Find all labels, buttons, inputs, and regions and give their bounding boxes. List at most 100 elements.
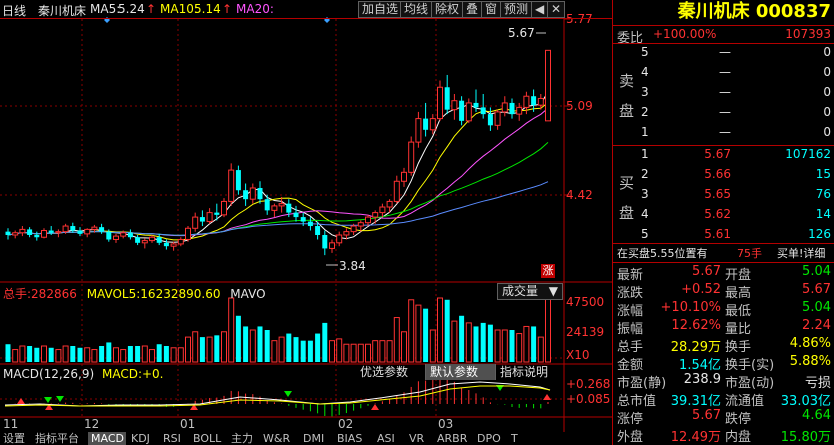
volume-bar: [372, 340, 379, 363]
orderbook-level: 5: [641, 227, 649, 241]
ma5-label: MA5:: [90, 2, 121, 16]
tab-dpo[interactable]: DPO: [474, 432, 506, 445]
candle-body: [293, 212, 299, 218]
stat-row: 总手 28.29万 换手 4.86%: [613, 335, 834, 355]
volume-bar: [293, 337, 299, 362]
orderbook-row[interactable]: 2 — 0: [613, 104, 834, 121]
volume-bar: [278, 336, 285, 363]
tab-dmi[interactable]: DMI: [300, 432, 332, 445]
tab-kdj[interactable]: KDJ: [128, 432, 158, 445]
orderbook-volume: 14: [815, 207, 831, 221]
forecast-button[interactable]: 预测: [500, 1, 533, 18]
volume-bar: [249, 329, 256, 363]
stat-row: 总市值 39.31亿 流通值 33.03亿: [613, 389, 834, 409]
volume-bar: [336, 338, 343, 363]
volume-bar: [531, 326, 537, 362]
optimize-params-button[interactable]: 优选参数: [356, 364, 426, 380]
window-button[interactable]: 窗: [481, 1, 502, 18]
orderbook-row[interactable]: 5 5.61 126: [613, 226, 834, 243]
candle-body: [41, 230, 47, 238]
weicha-value: 107393: [785, 27, 831, 41]
volume-bar: [12, 349, 19, 363]
notice-detail-link[interactable]: 买单!详细: [777, 245, 825, 261]
volume-axis-top: 47500: [566, 295, 605, 309]
price-axis-low: 4.42: [566, 188, 593, 202]
stat-value: 5.04: [802, 264, 831, 279]
notice-volume: 75手: [737, 247, 762, 260]
candle-body: [5, 231, 11, 235]
period-label[interactable]: 日线: [2, 2, 26, 19]
volume-bar: [393, 317, 400, 363]
tab-vr[interactable]: VR: [406, 432, 432, 445]
orderbook-row[interactable]: 3 — 0: [613, 84, 834, 101]
tab-t[interactable]: T: [508, 432, 524, 445]
candle-body: [91, 226, 98, 230]
tab-asi[interactable]: ASI: [374, 432, 404, 445]
tab-macd[interactable]: MACD: [88, 432, 126, 445]
tab--[interactable]: 主力: [228, 432, 258, 445]
sell-arrow: [44, 397, 52, 403]
volume-bar: [264, 330, 270, 362]
stat-row: 外盘 12.49万 内盘 15.80万: [613, 425, 834, 445]
candle-body: [141, 240, 148, 244]
candle-body: [350, 225, 357, 233]
volume-bar: [300, 340, 306, 362]
limit-up-badge[interactable]: 涨: [541, 264, 555, 278]
orderbook-row[interactable]: 1 5.67 107162: [613, 146, 834, 163]
indicator-help-button[interactable]: 指标说明: [496, 364, 564, 380]
high-price-label: 5.67: [508, 26, 535, 40]
orderbook-level: 5: [641, 45, 649, 59]
stat-value: 5.67: [802, 282, 831, 297]
indicator-select[interactable]: 成交量 ▼: [497, 283, 563, 300]
orderbook-price: —: [719, 45, 731, 59]
volume-bar: [444, 299, 450, 362]
candle-body: [343, 231, 350, 236]
candle-body: [423, 118, 429, 130]
date-axis: 11 12 01 02 03: [0, 417, 564, 432]
add-watchlist-button[interactable]: 加自选: [358, 1, 403, 18]
volume-bar: [271, 340, 278, 363]
volume-bar: [386, 340, 393, 363]
orderbook-price: 5.65: [704, 187, 731, 201]
orderbook-row[interactable]: 1 — 0: [613, 124, 834, 141]
date-tick: 12: [84, 417, 100, 431]
orderbook-volume: 0: [823, 65, 831, 79]
price-axis-mid: 5.09: [566, 99, 593, 113]
macd-value: +0.: [141, 367, 164, 381]
candle-body: [509, 102, 515, 115]
orderbook-row[interactable]: 5 — 0: [613, 44, 834, 61]
candle-body: [48, 230, 54, 233]
candle-body: [62, 225, 69, 233]
volume-bar: [77, 347, 83, 362]
tab-bias[interactable]: BIAS: [334, 432, 372, 445]
order-notice[interactable]: 在买盘5.55位置有 75手 买单!详细: [613, 244, 834, 261]
orderbook-level: 2: [641, 105, 649, 119]
orderbook-row[interactable]: 3 5.65 76: [613, 186, 834, 203]
exright-button[interactable]: 除权: [431, 1, 464, 18]
default-params-button[interactable]: 默认参数: [426, 364, 496, 380]
candle-body: [315, 226, 321, 235]
tab--[interactable]: 设置: [0, 432, 30, 445]
orderbook-level: 4: [641, 207, 649, 221]
tab-rsi[interactable]: RSI: [160, 432, 188, 445]
tab-arbr[interactable]: ARBR: [434, 432, 472, 445]
orderbook-row[interactable]: 4 — 0: [613, 64, 834, 81]
ma-button[interactable]: 均线: [400, 1, 433, 18]
candle-body: [156, 237, 162, 243]
volume-bar: [415, 304, 422, 363]
indicator-select-value: 成交量: [502, 284, 539, 298]
tab-w-r[interactable]: W&R: [260, 432, 298, 445]
tab-boll[interactable]: BOLL: [190, 432, 226, 445]
overlay-button[interactable]: 叠: [462, 1, 483, 18]
tab--[interactable]: 指标平台: [32, 432, 86, 445]
close-icon[interactable]: ✕: [547, 1, 566, 18]
candle-body: [537, 97, 544, 106]
collapse-button[interactable]: ◀: [531, 1, 549, 18]
orderbook-row[interactable]: 4 5.62 14: [613, 206, 834, 223]
date-tick: 02: [338, 417, 354, 431]
quote-panel: 秦川机床 000837 委比 +100.00% 107393 卖盘 5—0 4—0…: [612, 0, 834, 445]
candle-body: [249, 187, 256, 200]
candle-body: [494, 111, 501, 126]
orderbook-row[interactable]: 2 5.66 15: [613, 166, 834, 183]
stat-row: 涨幅 +10.10% 最低 5.04: [613, 299, 834, 319]
